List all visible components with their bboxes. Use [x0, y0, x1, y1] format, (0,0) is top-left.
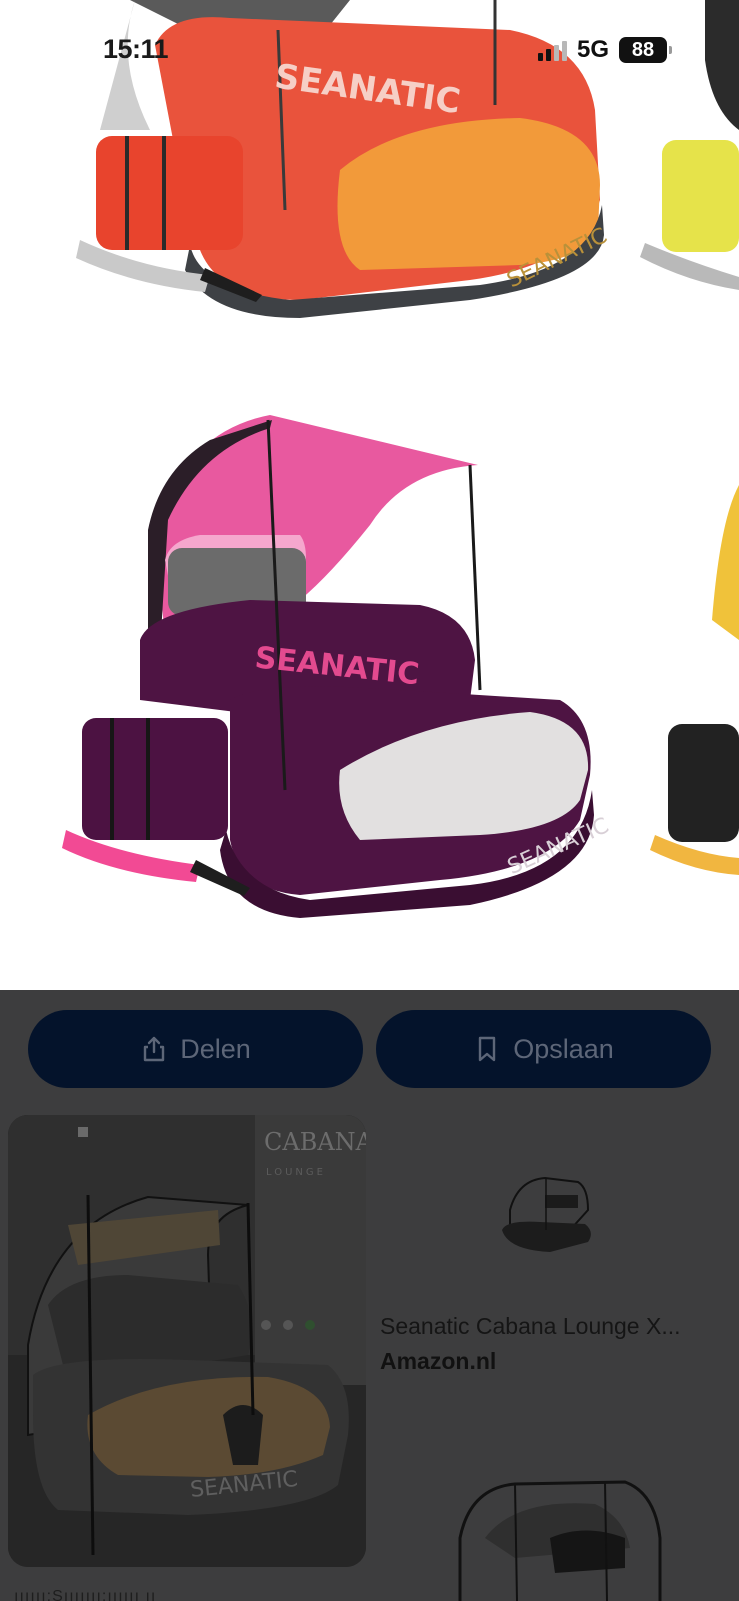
signal-strength-icon — [537, 39, 567, 61]
result-title[interactable]: Seanatic Cabana Lounge X... — [380, 1313, 730, 1340]
bookmark-icon — [479, 1036, 496, 1062]
next-result-caption: ıııııı:Sııııııı:ıııııı ıı — [14, 1588, 157, 1601]
status-bar: 15:11 5G 88 — [0, 0, 739, 100]
status-time: 15:11 — [103, 34, 169, 64]
display-sub-text: LOUNGE — [266, 1167, 326, 1178]
save-button[interactable]: Opslaan — [376, 1010, 711, 1088]
display-brand-text: CABANA — [264, 1128, 366, 1156]
save-label: Opslaan — [513, 1033, 614, 1064]
next-result-thumbnail[interactable] — [455, 1478, 665, 1601]
showroom-photo: CABANA LOUNGE SEANATIC — [8, 1115, 366, 1567]
status-indicators: 5G 88 — [537, 36, 672, 64]
share-label: Delen — [180, 1033, 251, 1064]
share-icon — [144, 1036, 165, 1062]
result-source: Amazon.nl — [380, 1348, 497, 1374]
product-image[interactable]: SEANATIC SEANATIC SEANATIC SEANATIC — [0, 0, 739, 990]
network-type: 5G — [576, 36, 609, 63]
result-image[interactable]: CABANA LOUNGE SEANATIC — [8, 1115, 366, 1567]
share-button[interactable]: Delen — [28, 1010, 363, 1088]
lounger-illustration: SEANATIC SEANATIC SEANATIC SEANATIC — [62, 0, 739, 918]
result-small-thumbnail[interactable] — [500, 1170, 600, 1260]
battery-icon: 88 — [619, 37, 672, 63]
